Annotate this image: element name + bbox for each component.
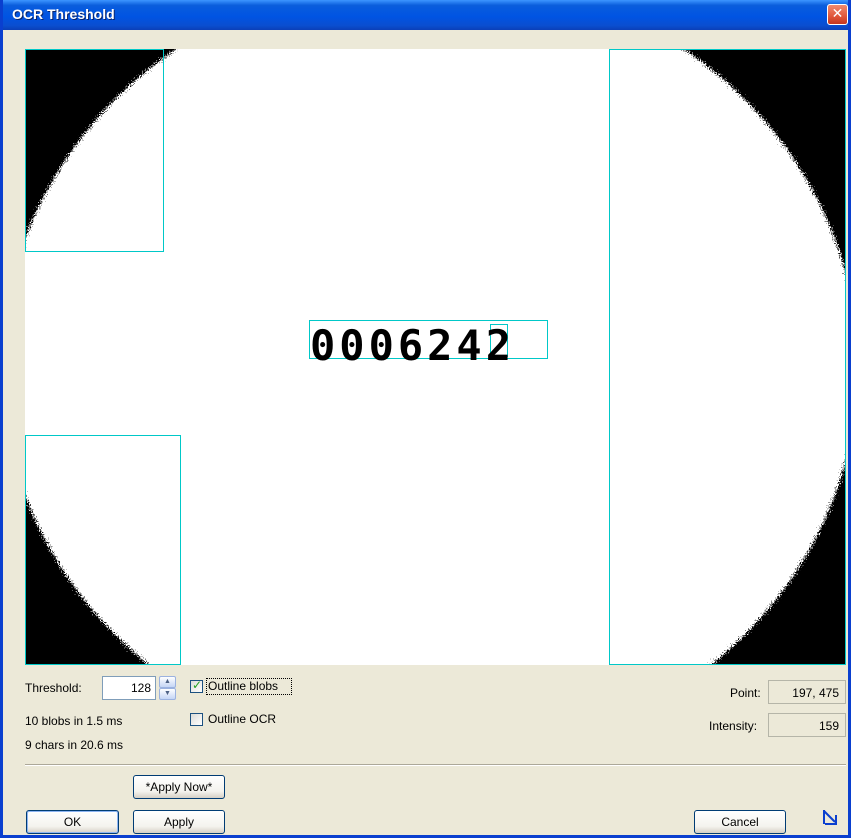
close-icon: ✕ <box>831 6 844 22</box>
resize-arrow-icon[interactable] <box>821 808 839 826</box>
outline-blobs-label[interactable]: Outline blobs <box>208 679 278 693</box>
separator <box>25 764 846 766</box>
chevron-down-icon[interactable]: ▼ <box>159 688 176 700</box>
point-field: 197, 475 <box>768 680 846 704</box>
point-label: Point: <box>730 686 761 700</box>
intensity-field: 159 <box>768 713 846 737</box>
ocr-digits: 0006242 <box>310 321 516 370</box>
check-icon: ✓ <box>192 678 203 692</box>
window-title: OCR Threshold <box>12 6 115 22</box>
chevron-up-icon[interactable]: ▲ <box>159 676 176 688</box>
close-button[interactable]: ✕ <box>827 4 848 25</box>
apply-now-button[interactable]: *Apply Now* <box>133 775 225 799</box>
threshold-spinner[interactable]: ▲ ▼ <box>159 676 176 700</box>
blobs-stat: 10 blobs in 1.5 ms <box>25 714 123 728</box>
threshold-input[interactable]: 128 <box>102 676 156 700</box>
chars-stat: 9 chars in 20.6 ms <box>25 738 124 752</box>
ocr-threshold-dialog: OCR Threshold ✕ 0006242 Threshold: 128 ▲… <box>0 0 851 838</box>
threshold-preview-image[interactable]: 0006242 <box>25 49 846 665</box>
point-value: 197, 475 <box>792 686 839 700</box>
title-bar[interactable]: OCR Threshold ✕ <box>3 0 848 30</box>
cancel-button[interactable]: Cancel <box>694 810 786 834</box>
intensity-label: Intensity: <box>709 719 758 733</box>
threshold-value: 128 <box>130 681 151 695</box>
ok-button[interactable]: OK <box>26 810 119 834</box>
threshold-label: Threshold: <box>25 681 82 695</box>
outline-blobs-checkbox[interactable]: ✓ <box>190 678 203 693</box>
apply-button[interactable]: Apply <box>133 810 225 834</box>
outline-ocr-label[interactable]: Outline OCR <box>208 712 276 726</box>
intensity-value: 159 <box>818 719 839 733</box>
outline-ocr-checkbox[interactable] <box>190 713 203 726</box>
